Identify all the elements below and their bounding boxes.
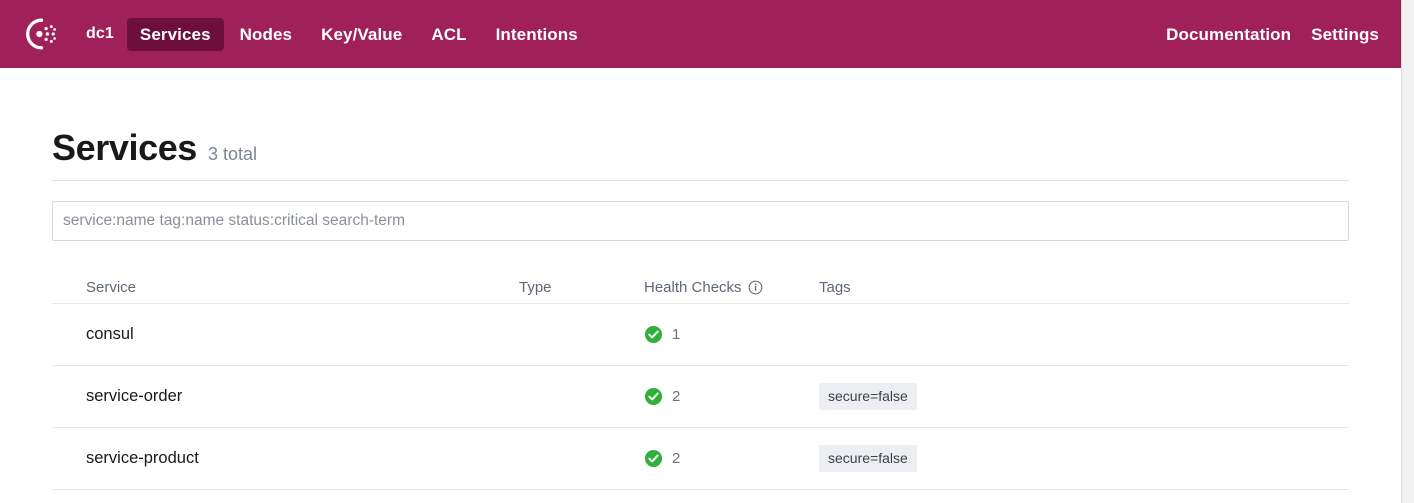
column-header-health-checks: Health Checks [644,280,819,295]
column-header-service: Service [86,279,137,296]
top-navigation-bar: dc1 Services Nodes Key/Value ACL Intenti… [0,0,1401,68]
nav-item-intentions[interactable]: Intentions [483,18,591,51]
search-input[interactable] [52,201,1349,241]
nav-item-services[interactable]: Services [126,17,224,51]
column-header-health-checks-label: Health Checks [644,279,742,296]
services-table: Service Type Health Checks Tags consul 1… [52,266,1349,490]
table-row[interactable]: service-product 2 secure=false [52,428,1349,490]
nav-left-group: dc1 Services Nodes Key/Value ACL Intenti… [20,14,594,54]
page-header: Services 3 total [52,68,1349,181]
table-row[interactable]: consul 1 [52,304,1349,366]
nav-item-settings[interactable]: Settings [1311,18,1379,51]
vertical-scrollbar[interactable] [1401,0,1414,503]
cell-tags: secure=false [819,445,1349,472]
page-total-count: 3 total [207,144,257,164]
check-circle-icon [644,449,663,468]
tag-badge: secure=false [819,383,917,410]
table-header-row: Service Type Health Checks Tags [52,266,1349,304]
nav-item-acl[interactable]: ACL [418,18,479,51]
cell-service-name[interactable]: consul [52,325,519,344]
cell-health-checks: 2 [644,387,819,406]
column-header-type: Type [519,279,552,296]
consul-logo-icon[interactable] [20,14,60,54]
health-check-count: 2 [672,388,681,405]
nav-item-key-value[interactable]: Key/Value [308,18,415,51]
table-row[interactable]: service-order 2 secure=false [52,366,1349,428]
cell-tags: secure=false [819,383,1349,410]
cell-service-name[interactable]: service-order [52,387,519,406]
nav-item-documentation[interactable]: Documentation [1166,18,1291,51]
column-header-tags: Tags [819,279,851,296]
nav-datacenter-selector[interactable]: dc1 [78,18,124,50]
cell-service-name[interactable]: service-product [52,449,519,468]
search-bar [52,201,1349,241]
check-circle-icon [644,325,663,344]
tag-badge: secure=false [819,445,917,472]
cell-health-checks: 1 [644,325,819,344]
health-check-count: 2 [672,450,681,467]
info-circle-icon[interactable] [748,280,763,295]
page-content: Services 3 total Service Type Health Che… [0,68,1401,490]
check-circle-icon [644,387,663,406]
nav-right-group: Documentation Settings [1146,18,1379,51]
cell-health-checks: 2 [644,449,819,468]
health-check-count: 1 [672,326,681,343]
nav-item-nodes[interactable]: Nodes [227,18,305,51]
page-title: Services [52,127,197,168]
